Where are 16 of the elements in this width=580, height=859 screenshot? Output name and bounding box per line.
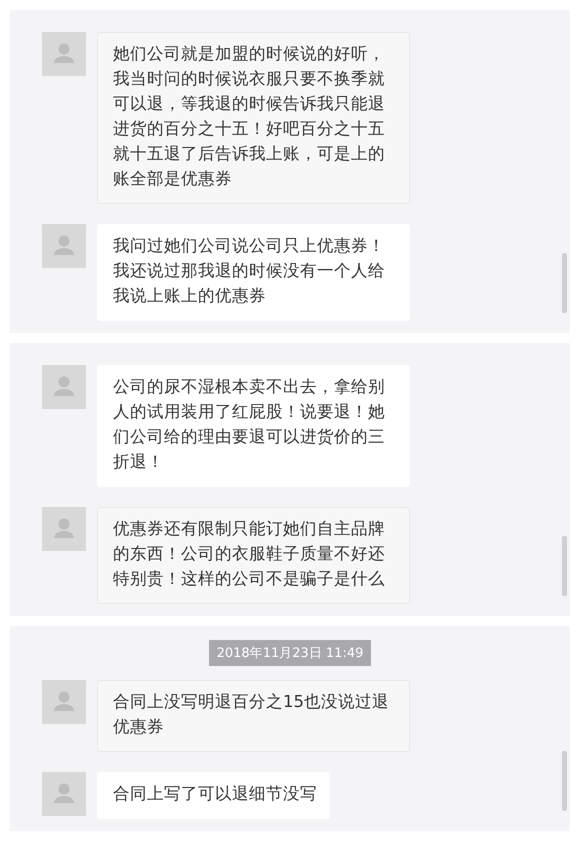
avatar-icon — [42, 224, 86, 268]
message-bubble: 她们公司就是加盟的时候说的好听，我当时问的时候说衣服只要不换季就可以退，等我退的时候告诉我只能退进货的百分之十五！好吧百分之十五就十五退了后告诉我上账，可是上的账全部是优惠券 — [97, 32, 410, 204]
avatar-icon — [42, 772, 86, 816]
avatar-icon — [42, 32, 86, 76]
message-bubble: 合同上没写明退百分之15也没说过退优惠券 — [97, 680, 410, 752]
avatar-icon — [42, 507, 86, 551]
message-bubble: 公司的尿不湿根本卖不出去，拿给别人的试用装用了红屁股！说要退！她们公司给的理由要退可以进货价的三折退！ — [97, 365, 410, 487]
timestamp: 2018年11月23日 11:49 — [208, 640, 372, 666]
scroll-bar — [562, 751, 567, 811]
message-bubble: 我问过她们公司说公司只上优惠券！我还说过那我退的时候没有一个人给我说上账上的优惠券 — [97, 224, 410, 321]
scroll-bar — [562, 536, 567, 596]
message-bubble: 优惠券还有限制只能订她们自主品牌的东西！公司的衣服鞋子质量不好还特别贵！这样的公司不是骗子是什么 — [97, 507, 410, 604]
avatar-icon — [42, 365, 86, 409]
scroll-bar — [562, 253, 567, 313]
avatar-icon — [42, 680, 86, 724]
message-bubble: 合同上写了可以退细节没写 — [97, 772, 330, 819]
